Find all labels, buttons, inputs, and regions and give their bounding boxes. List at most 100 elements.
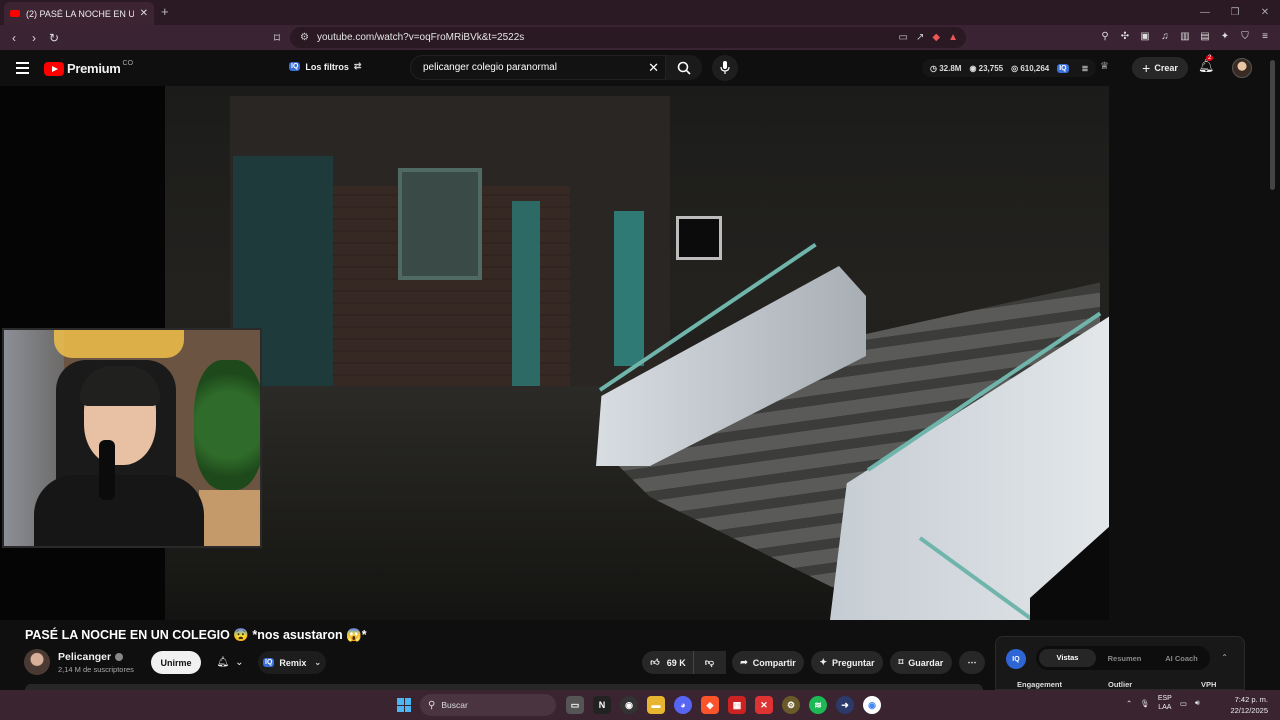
wallet-icon[interactable]: ▤ <box>1198 30 1212 44</box>
spotify-icon[interactable]: ≋ <box>809 696 827 714</box>
brave-icon[interactable]: ◆ <box>701 696 719 714</box>
clear-search-icon[interactable]: ✕ <box>648 60 659 76</box>
tray-mic-icon[interactable]: 🎙︎ <box>1140 699 1150 708</box>
file-explorer-icon[interactable]: ▬ <box>647 696 665 714</box>
address-bar[interactable]: ⚙ youtube.com/watch?v=oqFroMRiBVk&t=2522… <box>290 27 966 48</box>
task-view-icon[interactable]: ▭ <box>566 696 584 714</box>
tab-vistas[interactable]: Vistas <box>1039 649 1096 667</box>
subscription-bell-button[interactable]: 🔔︎ ⌄ <box>207 651 253 674</box>
collapse-icon[interactable]: ⌃ <box>1221 653 1228 662</box>
news-app-icon[interactable]: ▦ <box>728 696 746 714</box>
network-icon[interactable]: ▭ <box>1180 699 1187 708</box>
share-icon[interactable]: ↗ <box>916 32 924 43</box>
remix-label: Remix <box>279 657 307 668</box>
notion-icon[interactable]: N <box>593 696 611 714</box>
settings-app-icon[interactable]: ⚙ <box>782 696 800 714</box>
filters-label: Los filtros <box>305 61 349 72</box>
vidiq-panel: IQ Vistas Resumen AI Coach ⌃ Engagement … <box>995 636 1245 690</box>
voice-search-button[interactable] <box>712 55 738 81</box>
page-scrollbar[interactable] <box>1270 60 1275 190</box>
search-query[interactable]: pelicanger colegio paranormal <box>423 62 557 73</box>
chrome-icon[interactable]: ◉ <box>863 696 881 714</box>
menu-icon[interactable]: ≡ <box>1258 30 1272 44</box>
chevron-down-icon: ⌄ <box>235 657 244 668</box>
search-button[interactable] <box>666 55 702 80</box>
join-button[interactable]: Unirme <box>151 651 201 674</box>
reload-icon[interactable]: ↻ <box>44 31 64 45</box>
media-icon[interactable]: ♫ <box>1158 30 1172 44</box>
minimize-icon[interactable]: — <box>1190 7 1220 18</box>
close-window-icon[interactable]: ✕ <box>1250 7 1280 18</box>
youtube-play-icon <box>44 61 64 76</box>
browser-tab-active[interactable]: (2) PASÉ LA NOCHE EN UN COLE ✕ <box>4 2 154 25</box>
iq-badge: IQ <box>263 658 275 667</box>
notifications-button[interactable]: 🔔︎ 2 <box>1198 55 1215 74</box>
vpn-shield-icon[interactable]: ⛉ <box>1238 30 1252 44</box>
site-settings-icon[interactable]: ⚙ <box>300 32 309 43</box>
back-icon[interactable]: ‹ <box>4 31 24 45</box>
microphone-icon <box>720 61 730 74</box>
save-button[interactable]: ⌑ Guardar <box>890 651 952 674</box>
window-controls: — ❐ ✕ <box>1190 0 1280 25</box>
dislike-button[interactable]: 👎︎ <box>693 651 725 674</box>
remix-button[interactable]: IQ Remix ⌄ <box>258 651 326 674</box>
language-indicator[interactable]: ESP LAA <box>1158 694 1172 712</box>
bookmark-icon[interactable]: ⌑ <box>267 31 287 45</box>
create-button[interactable]: + Crear <box>1132 57 1188 79</box>
url-text[interactable]: youtube.com/watch?v=oqFroMRiBVk&t=2522s <box>317 32 524 43</box>
search-input[interactable]: pelicanger colegio paranormal ✕ <box>410 55 666 80</box>
tray-chevron-icon[interactable]: ⌃ <box>1126 699 1132 708</box>
channel-avatar[interactable] <box>24 649 50 675</box>
youtube-header: Premium CO IQ Los filtros ⇄ pelicanger c… <box>0 50 1280 86</box>
cast-icon[interactable]: ▭ <box>899 32 908 43</box>
video-player[interactable] <box>0 86 1109 620</box>
leo-ai-icon[interactable]: ✦ <box>1218 30 1232 44</box>
col-vph: VPH <box>1201 680 1217 689</box>
verified-icon <box>115 653 124 662</box>
volume-icon[interactable]: 🔊︎ <box>1195 698 1200 708</box>
windows-start-icon[interactable] <box>397 698 411 712</box>
obs-icon[interactable]: ◉ <box>620 696 638 714</box>
create-label: Crear <box>1154 63 1178 73</box>
video-title: PASÉ LA NOCHE EN UN COLEGIO 😨 *nos asust… <box>25 628 367 642</box>
country-code: CO <box>122 60 134 67</box>
screenshot-icon[interactable]: ▣ <box>1138 30 1152 44</box>
vidiq-icon[interactable]: IQ <box>1057 63 1069 73</box>
new-tab-button[interactable]: + <box>161 4 169 19</box>
app-arrow-icon[interactable]: ➜ <box>836 696 854 714</box>
vidiq-logo: IQ <box>1006 649 1026 669</box>
youtube-favicon-icon <box>10 10 20 17</box>
guide-menu-icon[interactable] <box>16 62 29 77</box>
more-actions-button[interactable]: ⋯ <box>959 651 985 674</box>
sidebar-icon[interactable]: ▥ <box>1178 30 1192 44</box>
filters-button[interactable]: IQ Los filtros ⇄ <box>289 61 361 72</box>
taskbar-search[interactable]: ⚲ Buscar <box>420 694 556 716</box>
youtube-premium-logo[interactable]: Premium CO <box>44 60 134 76</box>
brave-rewards-icon[interactable]: ▲ <box>948 32 958 43</box>
tab-resumen[interactable]: Resumen <box>1096 654 1153 663</box>
maximize-icon[interactable]: ❐ <box>1220 7 1250 18</box>
trophy-icon[interactable]: ♕ <box>1100 61 1109 72</box>
webcam-desk <box>199 490 260 546</box>
x-app-icon[interactable]: ✕ <box>755 696 773 714</box>
sliders-icon: ⇄ <box>353 61 362 71</box>
forward-icon[interactable]: › <box>24 31 44 45</box>
account-avatar[interactable] <box>1232 58 1252 78</box>
webcam-plant <box>194 360 260 490</box>
streamer-webcam-overlay <box>2 328 262 548</box>
share-button[interactable]: ➦ Compartir <box>732 651 804 674</box>
channel-name-link[interactable]: Pelicanger <box>58 651 124 663</box>
discord-icon[interactable]: ◕ <box>674 696 692 714</box>
vidiq-stats-bar[interactable]: ◷ 32.8M ◉ 23,755 ◎ 610,264 IQ ≣ <box>922 59 1097 77</box>
channel-name[interactable]: Pelicanger <box>58 651 111 663</box>
vpn-icon[interactable]: ⚲ <box>1098 30 1112 44</box>
tab-ai-coach[interactable]: AI Coach <box>1153 654 1210 663</box>
clock[interactable]: 7:42 p. m. 22/12/2025 <box>1226 694 1268 716</box>
ask-button[interactable]: ✦ Preguntar <box>811 651 883 674</box>
brave-shield-icon[interactable]: ◆ <box>932 32 940 43</box>
search-icon: ⚲ <box>428 699 436 711</box>
tab-close-icon[interactable]: ✕ <box>140 8 148 19</box>
extensions-icon[interactable]: ✣ <box>1118 30 1132 44</box>
list-icon[interactable]: ≣ <box>1082 64 1089 73</box>
browser-toolbar: ‹ › ↻ ⌑ ⚙ youtube.com/watch?v=oqFroMRiBV… <box>0 25 1280 50</box>
